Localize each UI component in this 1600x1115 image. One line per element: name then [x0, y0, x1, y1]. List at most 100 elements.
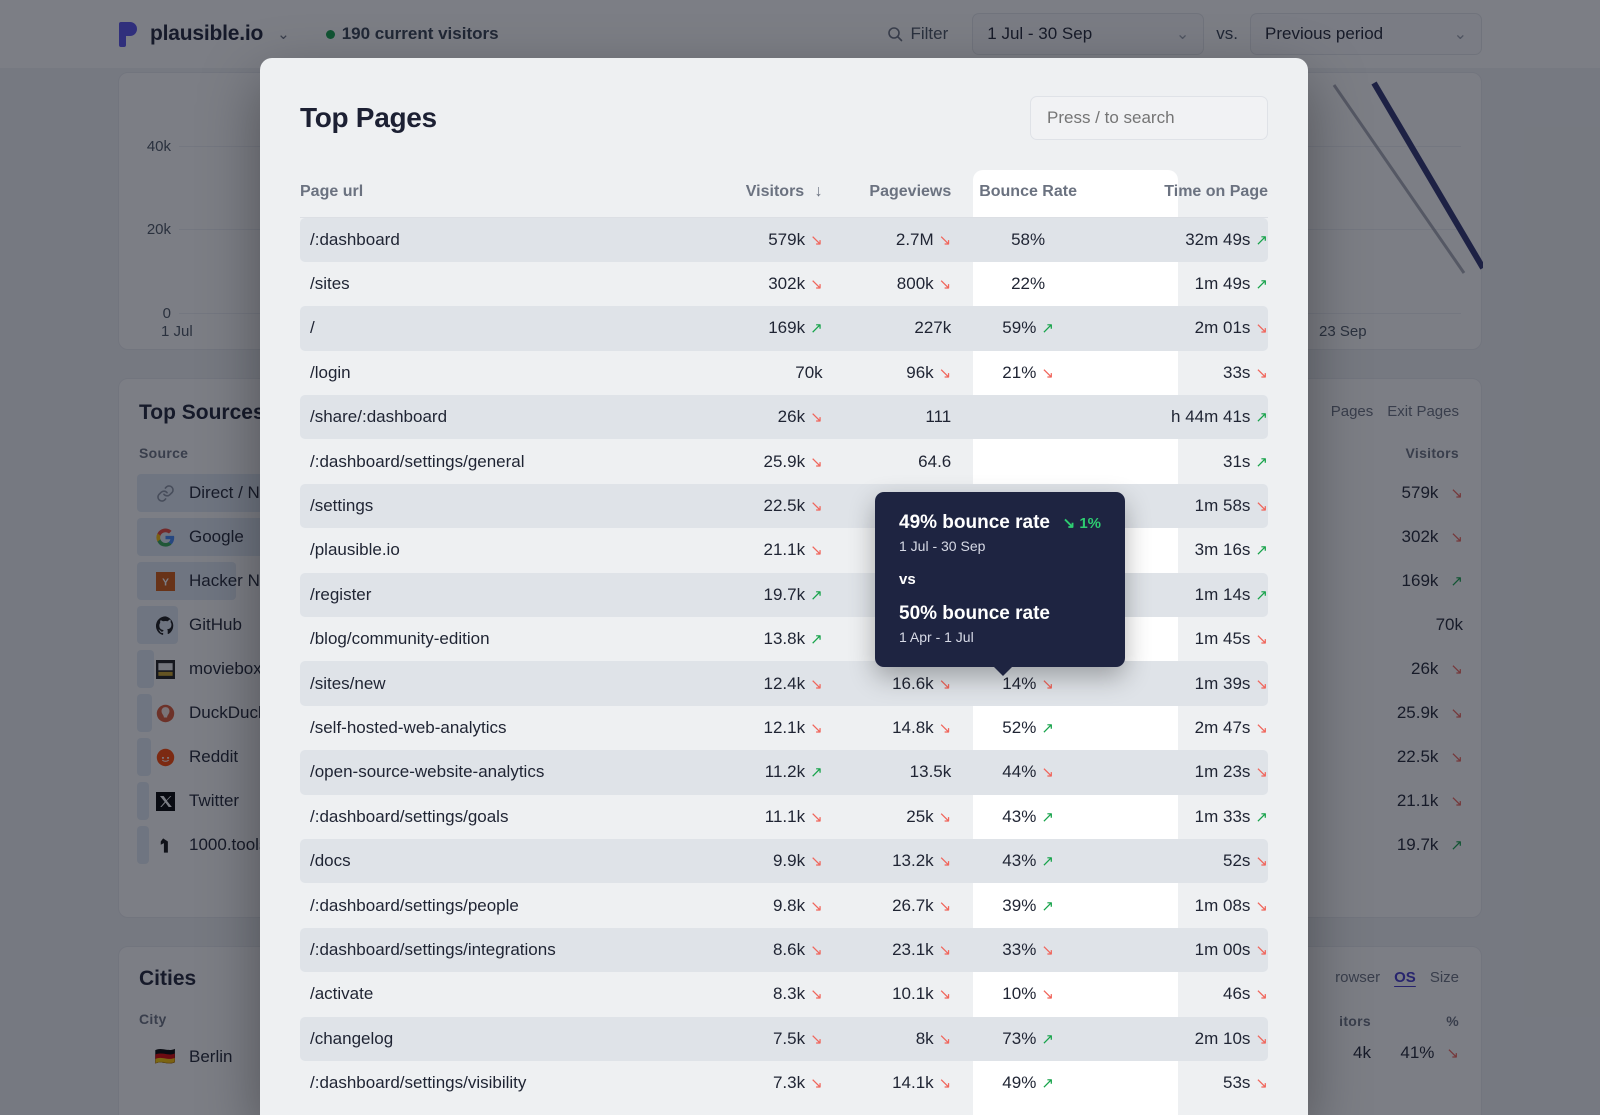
cell-page-url[interactable]: /activate: [300, 972, 702, 1016]
table-row[interactable]: /self-hosted-web-analytics12.1k↘14.8k↘52…: [300, 706, 1268, 750]
cell-bounce-rate: 58%: [951, 218, 1105, 262]
cell-visitors: 7.3k↘: [702, 1061, 823, 1105]
cell-time-on-page: 2m 01s↘: [1105, 306, 1268, 350]
cell-time-on-page: 46s↘: [1105, 972, 1268, 1016]
table-row[interactable]: /:dashboard/settings/people9.8k↘26.7k↘39…: [300, 883, 1268, 927]
trend-down-icon: ↘: [810, 852, 823, 870]
cell-page-url[interactable]: /plausible.io: [300, 528, 702, 572]
cell-page-url[interactable]: /blog/community-edition: [300, 617, 702, 661]
search-input[interactable]: [1030, 96, 1268, 140]
cell-bounce-rate: 33%↘: [951, 928, 1105, 972]
table-row[interactable]: /share/:dashboard26k↘111h 44m 41s↗: [300, 395, 1268, 439]
trend-down-icon: ↘: [1255, 763, 1268, 781]
table-row[interactable]: /sites/new12.4k↘16.6k↘14%↘1m 39s↘: [300, 661, 1268, 705]
cell-page-url[interactable]: /sites: [300, 262, 702, 306]
col-pageviews[interactable]: Pageviews: [823, 170, 952, 218]
trend-down-icon: ↘: [810, 408, 823, 426]
tooltip-delta-value: 1%: [1079, 515, 1101, 532]
tooltip-current-period: 1 Jul - 30 Sep: [899, 538, 1101, 554]
trend-down-icon: ↘: [1255, 941, 1268, 959]
trend-down-right-icon: ↘: [1063, 515, 1076, 532]
cell-visitors: 12.1k↘: [702, 706, 823, 750]
col-bounce-rate[interactable]: Bounce Rate: [951, 170, 1105, 218]
table-row[interactable]: /changelog7.5k↘8k↘73%↗2m 10s↘: [300, 1017, 1268, 1061]
bounce-rate-tooltip: 49% bounce rate ↘ 1% 1 Jul - 30 Sep vs 5…: [875, 492, 1125, 667]
cell-page-url[interactable]: /settings: [300, 484, 702, 528]
trend-up-icon: ↗: [1255, 541, 1268, 559]
col-visitors[interactable]: Visitors ↓: [702, 170, 823, 218]
cell-pageviews: 26.7k↘: [823, 883, 952, 927]
cell-time-on-page: 1m 58s↘: [1105, 484, 1268, 528]
cell-time-on-page: 1m 08s↘: [1105, 883, 1268, 927]
trend-down-icon: ↘: [939, 1030, 952, 1048]
cell-visitors: 8.3k↘: [702, 972, 823, 1016]
table-row[interactable]: /sites302k↘800k↘22%1m 49s↗: [300, 262, 1268, 306]
table-row[interactable]: /:dashboard/settings/visibility7.3k↘14.1…: [300, 1061, 1268, 1105]
cell-page-url[interactable]: /:dashboard/settings/goals: [300, 795, 702, 839]
trend-up-icon: ↗: [1255, 808, 1268, 826]
trend-down-icon: ↘: [1041, 763, 1054, 781]
col-page-url[interactable]: Page url: [300, 170, 702, 218]
trend-down-icon: ↘: [1255, 852, 1268, 870]
cell-page-url[interactable]: /:dashboard/settings/people: [300, 883, 702, 927]
trend-up-icon: ↗: [1255, 231, 1268, 249]
table-row[interactable]: /:dashboard/settings/integrations8.6k↘23…: [300, 928, 1268, 972]
trend-down-icon: ↘: [810, 1074, 823, 1092]
tooltip-previous-value: 50% bounce rate: [899, 603, 1101, 625]
cell-page-url[interactable]: /:dashboard/settings/integrations: [300, 928, 702, 972]
table-row[interactable]: /:dashboard/settings/general25.9k↘64.631…: [300, 439, 1268, 483]
cell-bounce-rate: 59%↗: [951, 306, 1105, 350]
cell-time-on-page: 53s↘: [1105, 1061, 1268, 1105]
trend-up-icon: ↗: [1041, 852, 1054, 870]
table-row[interactable]: /activate8.3k↘10.1k↘10%↘46s↘: [300, 972, 1268, 1016]
table-row[interactable]: /169k↗227k59%↗2m 01s↘: [300, 306, 1268, 350]
cell-page-url[interactable]: /self-hosted-web-analytics: [300, 706, 702, 750]
trend-down-icon: ↘: [939, 941, 952, 959]
table-row[interactable]: /docs9.9k↘13.2k↘43%↗52s↘: [300, 839, 1268, 883]
table-row[interactable]: /open-source-website-analytics11.2k↗13.5…: [300, 750, 1268, 794]
cell-page-url[interactable]: /changelog: [300, 1017, 702, 1061]
cell-page-url[interactable]: /:dashboard: [300, 218, 702, 262]
table-row[interactable]: /:dashboard/settings/goals11.1k↘25k↘43%↗…: [300, 795, 1268, 839]
trend-down-icon: ↘: [939, 1074, 952, 1092]
cell-bounce-rate: 49%↗: [951, 1061, 1105, 1105]
trend-up-icon: ↗: [1255, 586, 1268, 604]
trend-down-icon: ↘: [810, 897, 823, 915]
trend-down-icon: ↘: [939, 808, 952, 826]
cell-pageviews: 13.5k: [823, 750, 952, 794]
cell-page-url[interactable]: /docs: [300, 839, 702, 883]
cell-visitors: 9.8k↘: [702, 883, 823, 927]
cell-page-url[interactable]: /share/:dashboard: [300, 395, 702, 439]
cell-page-url[interactable]: /:dashboard/settings/general: [300, 439, 702, 483]
cell-pageviews: 111: [823, 395, 952, 439]
trend-down-icon: ↘: [1255, 319, 1268, 337]
cell-pageviews: 16.6k↘: [823, 661, 952, 705]
trend-up-icon: ↗: [1255, 275, 1268, 293]
cell-visitors: 19.7k↗: [702, 573, 823, 617]
cell-visitors: 9.9k↘: [702, 839, 823, 883]
cell-pageviews: 14.8k↘: [823, 706, 952, 750]
trend-down-icon: ↘: [810, 675, 823, 693]
cell-visitors: 13.8k↗: [702, 617, 823, 661]
trend-down-icon: ↘: [1255, 630, 1268, 648]
cell-pageviews: 800k↘: [823, 262, 952, 306]
cell-visitors: 25.9k↘: [702, 439, 823, 483]
table-row[interactable]: /login70k96k↘21%↘33s↘: [300, 351, 1268, 395]
cell-time-on-page: 1m 23s↘: [1105, 750, 1268, 794]
cell-page-url[interactable]: /open-source-website-analytics: [300, 750, 702, 794]
cell-bounce-rate: 43%↗: [951, 839, 1105, 883]
cell-page-url[interactable]: /:dashboard/settings/visibility: [300, 1061, 702, 1105]
cell-visitors: 22.5k↘: [702, 484, 823, 528]
cell-page-url[interactable]: /register: [300, 573, 702, 617]
cell-visitors: 169k↗: [702, 306, 823, 350]
cell-time-on-page: 1m 49s↗: [1105, 262, 1268, 306]
cell-page-url[interactable]: /: [300, 306, 702, 350]
trend-down-icon: ↘: [810, 719, 823, 737]
cell-bounce-rate: 14%↘: [951, 661, 1105, 705]
cell-page-url[interactable]: /sites/new: [300, 661, 702, 705]
cell-time-on-page: 1m 39s↘: [1105, 661, 1268, 705]
table-row[interactable]: /:dashboard579k↘2.7M↘58%32m 49s↗: [300, 218, 1268, 262]
cell-page-url[interactable]: /login: [300, 351, 702, 395]
cell-pageviews: 23.1k↘: [823, 928, 952, 972]
col-time-on-page[interactable]: Time on Page: [1105, 170, 1268, 218]
